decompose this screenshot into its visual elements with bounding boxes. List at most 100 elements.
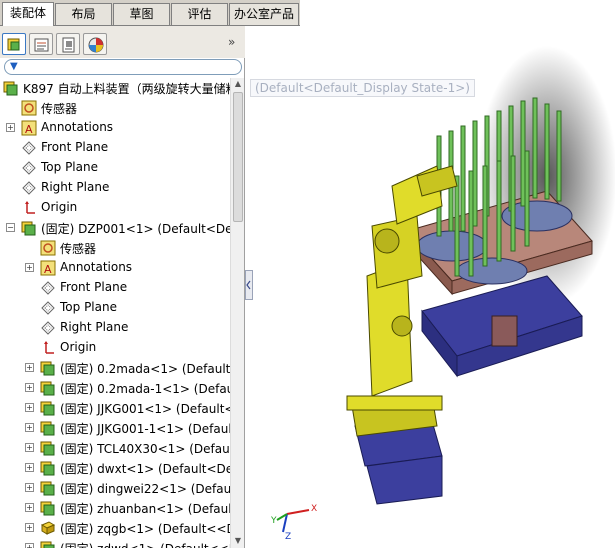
tree-item-label: Top Plane (60, 300, 117, 314)
configuration-tooltip: (Default<Default_Display State-1>) (250, 79, 475, 97)
scrollbar-thumb[interactable] (233, 92, 243, 222)
tree-item[interactable]: Front Plane (0, 138, 230, 158)
plane-icon (21, 140, 37, 156)
tree-item-label: 传感器 (41, 102, 78, 116)
subassembly-icon (40, 440, 56, 456)
tree-item[interactable]: + (固定) JJKG001-1<1> (Default (0, 418, 230, 438)
tree-item[interactable]: 传感器 (0, 98, 230, 118)
tree-item[interactable]: + (固定) dingwei22<1> (Default (0, 478, 230, 498)
tree-item[interactable]: Right Plane (0, 318, 230, 338)
expand-icon[interactable]: + (25, 523, 34, 532)
tree-item[interactable]: + (固定) JJKG001<1> (Default< (0, 398, 230, 418)
tree-item-label: 传感器 (60, 242, 97, 256)
tab-assembly[interactable]: 装配体 (2, 2, 54, 26)
tree-item[interactable]: + (固定) zqgb<1> (Default<<D (0, 518, 230, 538)
tree-item[interactable]: + (固定) TCL40X30<1> (Default (0, 438, 230, 458)
expand-icon[interactable]: + (25, 263, 34, 272)
collapse-icon[interactable]: − (6, 223, 15, 232)
tree-item-label: (固定) zdwd<1> (Default<<D (60, 540, 230, 548)
model-render (276, 46, 615, 533)
tree-item-label: K897 自动上料装置（两级旋转大量储料 (23, 82, 230, 96)
tree-item[interactable]: − (固定) DZP001<1> (Default<Defa (0, 218, 230, 238)
tree-item[interactable]: + (固定) 0.2mada<1> (Default< (0, 358, 230, 378)
expand-icon[interactable]: + (25, 443, 34, 452)
tree-item-label: Annotations (60, 260, 133, 274)
filter-input[interactable]: ▼ (4, 59, 242, 75)
annotations-icon: A (21, 120, 37, 136)
command-manager-tabs: 装配体 布局 草图 评估 办公室产品 (0, 0, 300, 26)
subassembly-icon (21, 220, 37, 236)
tree-item-label: (固定) JJKG001-1<1> (Default (60, 422, 230, 436)
tree-item-label: Origin (60, 340, 97, 354)
tree-item-label: (固定) zqgb<1> (Default<<D (60, 522, 230, 536)
plane-icon (40, 320, 56, 336)
tree-item[interactable]: Right Plane (0, 178, 230, 198)
expand-icon[interactable]: + (25, 543, 34, 548)
tree-item[interactable]: + A Annotations (0, 118, 230, 138)
scroll-up-icon[interactable]: ▲ (233, 79, 243, 89)
configuration-manager-icon[interactable] (56, 33, 80, 55)
tree-item[interactable]: Front Plane (0, 278, 230, 298)
expand-icon[interactable]: + (25, 503, 34, 512)
triad-x-label: X (311, 504, 318, 514)
tree-item[interactable]: Origin (0, 338, 230, 358)
tree-item-label: Annotations (41, 120, 114, 134)
tree-item-label: (固定) 0.2mada-1<1> (Defaul (60, 382, 230, 396)
subassembly-icon (40, 420, 56, 436)
triad-y-label: Y (271, 516, 277, 526)
feature-manager-panel: » ▼ K897 自动上料装置（两级旋转大量储料传感器 + A Annotations… (0, 26, 245, 548)
expand-icon[interactable]: + (25, 463, 34, 472)
expand-icon[interactable]: + (25, 383, 34, 392)
expand-icon[interactable]: + (6, 123, 15, 132)
subassembly-icon (40, 540, 56, 548)
expand-icon[interactable]: + (25, 483, 34, 492)
tree-item[interactable]: K897 自动上料装置（两级旋转大量储料 (0, 78, 230, 98)
subassembly-icon (40, 360, 56, 376)
subassembly-icon (40, 480, 56, 496)
tree-item[interactable]: 传感器 (0, 238, 230, 258)
tab-evaluate[interactable]: 评估 (171, 3, 228, 25)
tree-item[interactable]: + (固定) zhuanban<1> (Default (0, 498, 230, 518)
scroll-down-icon[interactable]: ▼ (233, 536, 243, 546)
tree-item-label: Origin (41, 200, 78, 214)
tree-item-label: (固定) dingwei22<1> (Default (60, 482, 230, 496)
expand-icon[interactable]: + (25, 423, 34, 432)
tab-layout[interactable]: 布局 (55, 3, 112, 25)
tab-office-products[interactable]: 办公室产品 (229, 3, 299, 25)
tree-item-label: (固定) TCL40X30<1> (Default (60, 442, 230, 456)
tree-item-label: Right Plane (60, 320, 129, 334)
overflow-chevron-icon[interactable]: » (228, 35, 235, 49)
tree-item[interactable]: Top Plane (0, 298, 230, 318)
tree-item-label: Front Plane (60, 280, 128, 294)
origin-icon (21, 200, 37, 216)
tree-item[interactable]: + (固定) 0.2mada-1<1> (Defaul (0, 378, 230, 398)
tree-item[interactable]: + (固定) zdwd<1> (Default<<D (0, 538, 230, 548)
plane-icon (21, 180, 37, 196)
tree-item-label: Right Plane (41, 180, 110, 194)
tree-item[interactable]: + A Annotations (0, 258, 230, 278)
display-manager-icon[interactable] (83, 33, 107, 55)
tree-item[interactable]: + (固定) dwxt<1> (Default<Defa (0, 458, 230, 478)
tree-vertical-scrollbar[interactable]: ▲ ▼ (230, 78, 244, 548)
tree-item-label: Front Plane (41, 140, 109, 154)
filter-icon[interactable]: ▼ (10, 61, 18, 72)
graphics-viewport[interactable]: X Y Z (247, 26, 615, 548)
feature-tree: K897 自动上料装置（两级旋转大量储料传感器 + A Annotations Fron… (0, 78, 230, 548)
origin-icon (40, 340, 56, 356)
expand-icon[interactable]: + (25, 363, 34, 372)
plane-icon (40, 300, 56, 316)
expand-icon[interactable]: + (25, 403, 34, 412)
sensors-icon (40, 240, 56, 256)
tree-item[interactable]: Origin (0, 198, 230, 218)
subassembly-icon (40, 460, 56, 476)
assembly-icon (3, 80, 19, 96)
tab-sketch[interactable]: 草图 (113, 3, 170, 25)
annotations-icon: A (40, 260, 56, 276)
plane-icon (21, 160, 37, 176)
feature-manager-icon[interactable] (2, 33, 26, 55)
property-manager-icon[interactable] (29, 33, 53, 55)
tree-item[interactable]: Top Plane (0, 158, 230, 178)
part-icon (40, 520, 56, 536)
subassembly-icon (40, 380, 56, 396)
subassembly-icon (40, 500, 56, 516)
